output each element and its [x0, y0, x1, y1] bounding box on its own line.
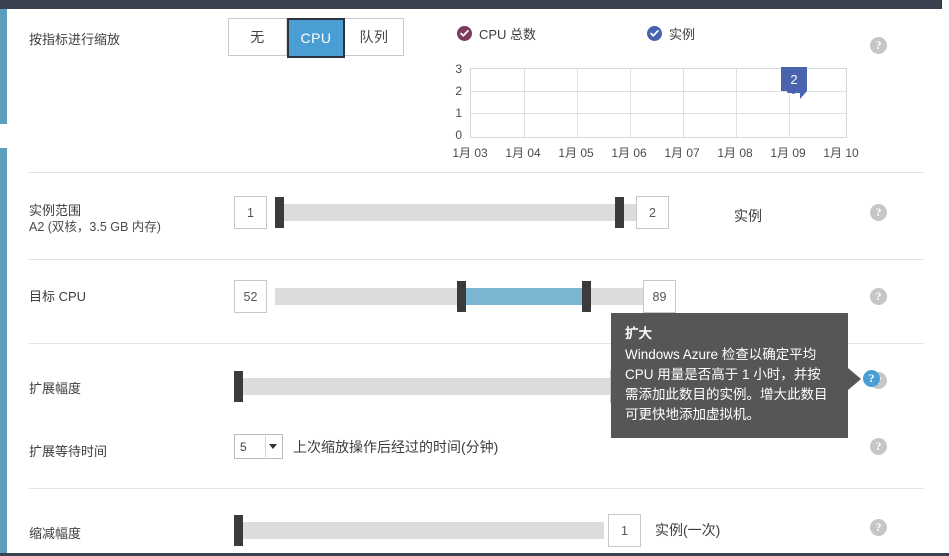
y-tick-2: 2	[455, 84, 462, 98]
help-icon-scale-up-amount-active[interactable]: ?	[863, 370, 880, 387]
window-chrome-top	[0, 0, 949, 9]
help-tooltip: 扩大 Windows Azure 检查以确定平均 CPU 用量是否高于 1 小时…	[611, 313, 848, 438]
segment-none[interactable]: 无	[229, 19, 287, 55]
metric-segmented-control[interactable]: 无 CPU 队列	[228, 18, 404, 58]
instance-range-min-value[interactable]: 1	[234, 196, 267, 229]
instance-range-unit: 实例	[734, 208, 762, 224]
scale-by-metric-row: 按指标进行缩放 无 CPU 队列 CPU 总数 实例 3 2 1 0 2 1月 …	[7, 9, 949, 160]
legend-label-instances: 实例	[669, 26, 696, 42]
legend-item-instances[interactable]: 实例	[647, 24, 695, 43]
scale-up-wait-label: 扩展等待时间	[29, 444, 108, 459]
left-accent-bar-lower	[0, 148, 7, 553]
help-icon-instance-range[interactable]: ?	[870, 204, 887, 221]
help-icon-scale-down-amount[interactable]: ?	[870, 519, 887, 536]
instance-range-slider[interactable]: 1 2	[234, 195, 669, 229]
target-cpu-min-value[interactable]: 52	[234, 280, 267, 313]
x-tick-3: 1月 06	[611, 146, 647, 160]
instance-range-label: 实例范围	[29, 203, 82, 218]
gridline-v-3	[630, 69, 631, 137]
scale-up-wait-unit: 上次缩放操作后经过的时间(分钟)	[293, 439, 499, 455]
instance-range-track[interactable]	[275, 204, 657, 221]
instance-range-handle-max[interactable]	[615, 197, 624, 228]
tooltip-title: 扩大	[625, 326, 652, 341]
scale-down-amount-handle[interactable]	[234, 515, 243, 546]
window-chrome-top-right	[941, 0, 949, 9]
instance-range-handle-min[interactable]	[275, 197, 284, 228]
legend-item-cpu-total[interactable]: CPU 总数	[457, 24, 647, 43]
y-tick-3: 3	[455, 62, 462, 76]
target-cpu-max-value[interactable]: 89	[643, 280, 676, 313]
settings-panel: 按指标进行缩放 无 CPU 队列 CPU 总数 实例 3 2 1 0 2 1月 …	[0, 0, 949, 556]
checkbox-checked-icon-cpu-total[interactable]	[457, 25, 472, 41]
x-tick-1: 1月 04	[505, 146, 541, 160]
gridline-v-4	[683, 69, 684, 137]
instance-range-label-group: 实例范围 A2 (双核，3.5 GB 内存)	[29, 202, 161, 236]
scale-down-amount-track[interactable]	[241, 522, 604, 539]
chart-value-callout: 2	[781, 67, 807, 91]
help-icon-scale-up-wait[interactable]: ?	[870, 438, 887, 455]
target-cpu-label: 目标 CPU	[29, 289, 87, 304]
gridline-v-5	[736, 69, 737, 137]
instance-range-row: 实例范围 A2 (双核，3.5 GB 内存) 1 2 实例 ?	[7, 180, 949, 257]
scale-up-amount-track[interactable]	[241, 378, 619, 395]
checkbox-checked-icon-instances[interactable]	[647, 25, 662, 41]
legend-label-cpu-total: CPU 总数	[479, 26, 537, 42]
segment-queue[interactable]: 队列	[345, 19, 403, 55]
instance-range-max-value[interactable]: 2	[636, 196, 669, 229]
scale-by-metric-label: 按指标进行缩放	[29, 32, 121, 47]
divider-4	[29, 488, 924, 489]
scale-up-amount-slider[interactable]: 1	[234, 369, 654, 403]
x-tick-4: 1月 07	[664, 146, 700, 160]
scale-up-amount-label: 扩展幅度	[29, 381, 82, 396]
x-tick-7: 1月 10	[823, 146, 859, 160]
scale-up-wait-select-value: 5	[240, 439, 247, 454]
metric-chart: CPU 总数 实例 3 2 1 0 2 1月 03 1月 04 1月 05 1月…	[448, 23, 868, 160]
target-cpu-slider[interactable]: 52 89	[234, 279, 704, 313]
x-tick-6: 1月 09	[770, 146, 806, 160]
x-tick-5: 1月 08	[717, 146, 753, 160]
chart-legend: CPU 总数 实例	[457, 23, 695, 43]
tooltip-arrow	[848, 368, 861, 390]
scale-down-amount-unit: 实例(一次)	[655, 522, 721, 538]
gridline-v-2	[577, 69, 578, 137]
help-icon-target-cpu[interactable]: ?	[870, 288, 887, 305]
scale-down-amount-value[interactable]: 1	[608, 514, 641, 547]
scale-down-amount-slider[interactable]: 1	[234, 513, 654, 547]
chart-callout-tail	[800, 91, 807, 99]
scale-down-amount-row: 缩减幅度 1 实例(一次) ?	[7, 495, 949, 553]
x-tick-2: 1月 05	[558, 146, 594, 160]
scale-up-wait-select[interactable]: 5	[234, 434, 283, 459]
divider-2	[29, 259, 924, 260]
select-separator	[265, 436, 266, 457]
gridline-v-1	[524, 69, 525, 137]
help-icon-scale-by-metric[interactable]: ?	[870, 37, 887, 54]
target-cpu-handle-max[interactable]	[582, 281, 591, 312]
x-tick-0: 1月 03	[452, 146, 488, 160]
chart-plot-area: 2	[470, 67, 847, 138]
scale-down-amount-label: 缩减幅度	[29, 526, 82, 541]
target-cpu-track-fill	[464, 288, 583, 305]
chevron-down-icon	[269, 444, 277, 449]
y-tick-1: 1	[455, 106, 462, 120]
divider-1	[29, 172, 924, 173]
y-tick-0: 0	[455, 128, 462, 142]
left-accent-bar-upper	[0, 9, 7, 124]
segment-cpu[interactable]: CPU	[287, 18, 345, 58]
instance-range-sublabel: A2 (双核，3.5 GB 内存)	[29, 220, 161, 234]
tooltip-body: Windows Azure 检查以确定平均 CPU 用量是否高于 1 小时，并按…	[625, 347, 828, 422]
target-cpu-handle-min[interactable]	[457, 281, 466, 312]
scale-up-amount-handle[interactable]	[234, 371, 243, 402]
